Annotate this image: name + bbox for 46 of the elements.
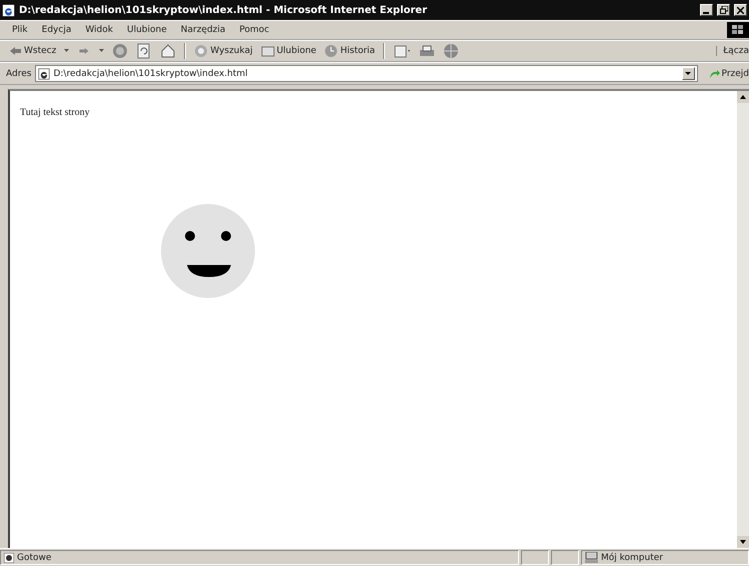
address-field[interactable]: D:\redakcja\helion\101skryptow\index.html <box>35 65 698 82</box>
address-label: Adres <box>6 68 32 78</box>
minimize-button[interactable] <box>700 4 713 16</box>
search-button[interactable]: Wyszukaj <box>194 44 253 58</box>
caret-icon <box>685 72 692 76</box>
back-arrow-icon <box>10 46 22 56</box>
zone-text: Mój komputer <box>601 552 663 562</box>
dropdown-arrow-icon[interactable] <box>99 49 104 53</box>
windows-logo-icon <box>727 22 749 38</box>
search-icon <box>194 44 208 58</box>
status-pane <box>521 550 549 565</box>
computer-icon <box>585 552 598 563</box>
links-label[interactable]: Łącza <box>716 46 749 56</box>
refresh-icon[interactable] <box>136 43 152 59</box>
menu-item[interactable]: Ulubione <box>126 25 167 35</box>
menu-item[interactable]: Pomoc <box>239 25 270 35</box>
caret-icon <box>740 95 746 99</box>
arrow-icon <box>708 68 720 80</box>
menu-item[interactable]: Widok <box>85 25 113 35</box>
home-icon[interactable] <box>160 43 176 59</box>
favorites-button[interactable]: Ulubione <box>260 45 316 57</box>
go-button[interactable]: Przejd <box>702 68 749 80</box>
back-button[interactable]: Wstecz <box>10 46 56 56</box>
history-button[interactable]: Historia <box>324 44 376 58</box>
mail-icon[interactable] <box>393 43 412 59</box>
menu-item[interactable]: Narzędzia <box>180 25 226 35</box>
folder-icon <box>260 45 275 57</box>
dropdown-button[interactable] <box>682 67 695 80</box>
status-pane <box>551 550 579 565</box>
page-icon <box>2 4 15 16</box>
page-icon <box>38 68 50 80</box>
print-icon[interactable] <box>419 43 436 59</box>
page-text: Tutaj tekst strony <box>20 107 90 118</box>
close-icon <box>737 6 744 14</box>
close-button[interactable] <box>734 4 747 16</box>
caret-icon <box>740 540 746 544</box>
clock-icon <box>324 44 338 58</box>
address-input[interactable]: D:\redakcja\helion\101skryptow\index.html <box>53 68 679 78</box>
dropdown-arrow-icon[interactable] <box>64 49 70 53</box>
maximize-icon <box>720 6 728 14</box>
menu-item[interactable]: Edycja <box>42 25 72 35</box>
page-icon <box>4 552 14 562</box>
status-text: Gotowe <box>17 552 52 562</box>
maximize-button[interactable] <box>717 4 730 16</box>
window-title: D:\redakcja\helion\101skryptow\index.html - Microsoft Internet Explorer <box>19 4 428 16</box>
menu-item[interactable]: Plik <box>12 25 28 35</box>
